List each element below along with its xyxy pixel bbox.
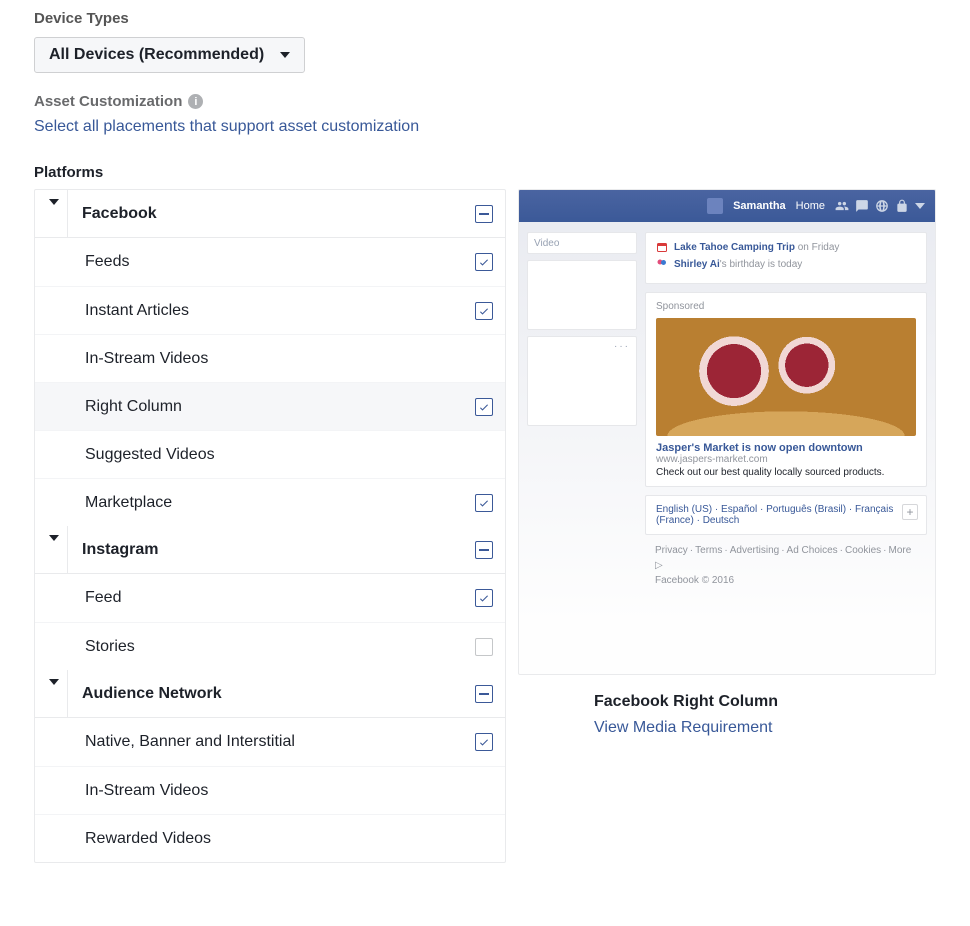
placement-item-native-banner-and-interstitial[interactable]: Native, Banner and Interstitial <box>35 718 505 766</box>
ad-url: www.jaspers-market.com <box>656 454 916 465</box>
footer-link: Privacy <box>655 545 688 556</box>
platform-group-facebook[interactable]: Facebook <box>35 190 505 238</box>
ad-image <box>656 318 916 436</box>
placement-checkbox-stories[interactable] <box>475 638 493 656</box>
ad-title: Jasper's Market is now open downtown <box>656 442 916 454</box>
messages-icon <box>855 199 869 213</box>
placement-checkbox-instant-articles[interactable] <box>475 302 493 320</box>
placement-item-suggested-videos[interactable]: Suggested Videos <box>35 430 505 478</box>
chevron-down-icon <box>915 203 925 209</box>
preview-content-block <box>527 260 637 330</box>
placement-item-label: Right Column <box>85 398 475 416</box>
collapse-toggle[interactable] <box>47 205 67 223</box>
language-link: English (US) <box>656 504 712 515</box>
placement-item-label: Feed <box>85 589 475 607</box>
balloon-icon <box>656 258 668 270</box>
placement-checkbox-feeds[interactable] <box>475 253 493 271</box>
preview-languages-card: + English (US) · Español · Português (Br… <box>645 495 927 535</box>
chevron-down-icon <box>49 199 59 222</box>
view-media-requirement-link[interactable]: View Media Requirement <box>594 719 936 737</box>
device-types-selected: All Devices (Recommended) <box>49 46 264 64</box>
preview-user-name: Samantha <box>733 200 786 212</box>
lock-icon <box>895 199 909 213</box>
preview-events-card: Lake Tahoe Camping Trip on Friday Shirle… <box>645 232 927 284</box>
footer-link: Cookies <box>845 545 881 556</box>
group-checkbox-facebook[interactable] <box>475 205 493 223</box>
placement-item-label: In-Stream Videos <box>85 782 493 800</box>
placement-item-feeds[interactable]: Feeds <box>35 238 505 286</box>
globe-icon <box>875 199 889 213</box>
language-link: Español <box>721 504 757 515</box>
placement-item-label: Instant Articles <box>85 302 475 320</box>
placement-item-stories[interactable]: Stories <box>35 622 505 670</box>
placement-checkbox-marketplace[interactable] <box>475 494 493 512</box>
placement-item-label: Marketplace <box>85 494 475 512</box>
avatar-icon <box>707 198 723 214</box>
collapse-toggle[interactable] <box>47 685 67 703</box>
preview-home-link: Home <box>796 200 825 212</box>
placement-item-label: Native, Banner and Interstitial <box>85 733 475 751</box>
device-types-dropdown[interactable]: All Devices (Recommended) <box>34 37 305 73</box>
placement-checkbox-right-column[interactable] <box>475 398 493 416</box>
placement-item-label: In-Stream Videos <box>85 350 493 368</box>
placement-item-label: Feeds <box>85 253 475 271</box>
platform-group-label: Instagram <box>82 541 475 559</box>
placement-item-in-stream-videos[interactable]: In-Stream Videos <box>35 766 505 814</box>
calendar-icon <box>656 241 668 253</box>
footer-link: Terms <box>695 545 722 556</box>
device-types-label: Device Types <box>34 10 936 27</box>
chevron-down-icon <box>49 535 59 558</box>
group-checkbox-audience-network[interactable] <box>475 685 493 703</box>
platform-group-label: Audience Network <box>82 685 475 703</box>
placement-item-instant-articles[interactable]: Instant Articles <box>35 286 505 334</box>
platforms-tree: Facebook Feeds Instant Articles In-Stream V… <box>34 189 506 863</box>
sponsored-label: Sponsored <box>656 301 916 312</box>
language-link: Português (Brasil) <box>766 504 846 515</box>
collapse-toggle[interactable] <box>47 541 67 559</box>
placement-checkbox-native-banner-and-interstitial[interactable] <box>475 733 493 751</box>
friends-icon <box>835 199 849 213</box>
chevron-down-icon <box>49 679 59 702</box>
placement-title: Facebook Right Column <box>594 693 936 711</box>
preview-content-block: ··· <box>527 336 637 426</box>
placement-item-feed[interactable]: Feed <box>35 574 505 622</box>
placement-item-rewarded-videos[interactable]: Rewarded Videos <box>35 814 505 862</box>
preview-topbar: Samantha Home <box>519 190 935 222</box>
placement-item-marketplace[interactable]: Marketplace <box>35 478 505 526</box>
placement-checkbox-feed[interactable] <box>475 589 493 607</box>
asset-customization-label: Asset Customization <box>34 93 182 110</box>
plus-icon: + <box>902 504 918 520</box>
platform-group-label: Facebook <box>82 205 475 223</box>
placement-preview: Samantha Home Video ··· <box>518 189 936 675</box>
placement-item-label: Rewarded Videos <box>85 830 493 848</box>
info-icon[interactable]: i <box>188 94 203 109</box>
group-checkbox-instagram[interactable] <box>475 541 493 559</box>
asset-customization-link[interactable]: Select all placements that support asset… <box>34 118 936 136</box>
chevron-down-icon <box>280 52 290 58</box>
footer-link: Advertising <box>730 545 779 556</box>
preview-footer-links: Privacy·Terms·Advertising·Ad Choices·Coo… <box>645 543 927 588</box>
footer-link: Ad Choices <box>787 545 838 556</box>
language-link: Deutsch <box>703 515 740 526</box>
placement-item-label: Stories <box>85 638 475 656</box>
placement-item-label: Suggested Videos <box>85 446 493 464</box>
preview-video-block: Video <box>527 232 637 254</box>
platform-group-audience-network[interactable]: Audience Network <box>35 670 505 718</box>
placement-item-right-column[interactable]: Right Column <box>35 382 505 430</box>
footer-link: More <box>889 545 912 556</box>
ad-description: Check out our best quality locally sourc… <box>656 467 916 478</box>
preview-sponsored-card: Sponsored Jasper's Market is now open do… <box>645 292 927 487</box>
ad-choices-icon: ▷ <box>655 560 663 571</box>
placement-item-in-stream-videos[interactable]: In-Stream Videos <box>35 334 505 382</box>
platform-group-instagram[interactable]: Instagram <box>35 526 505 574</box>
platforms-label: Platforms <box>34 164 936 181</box>
